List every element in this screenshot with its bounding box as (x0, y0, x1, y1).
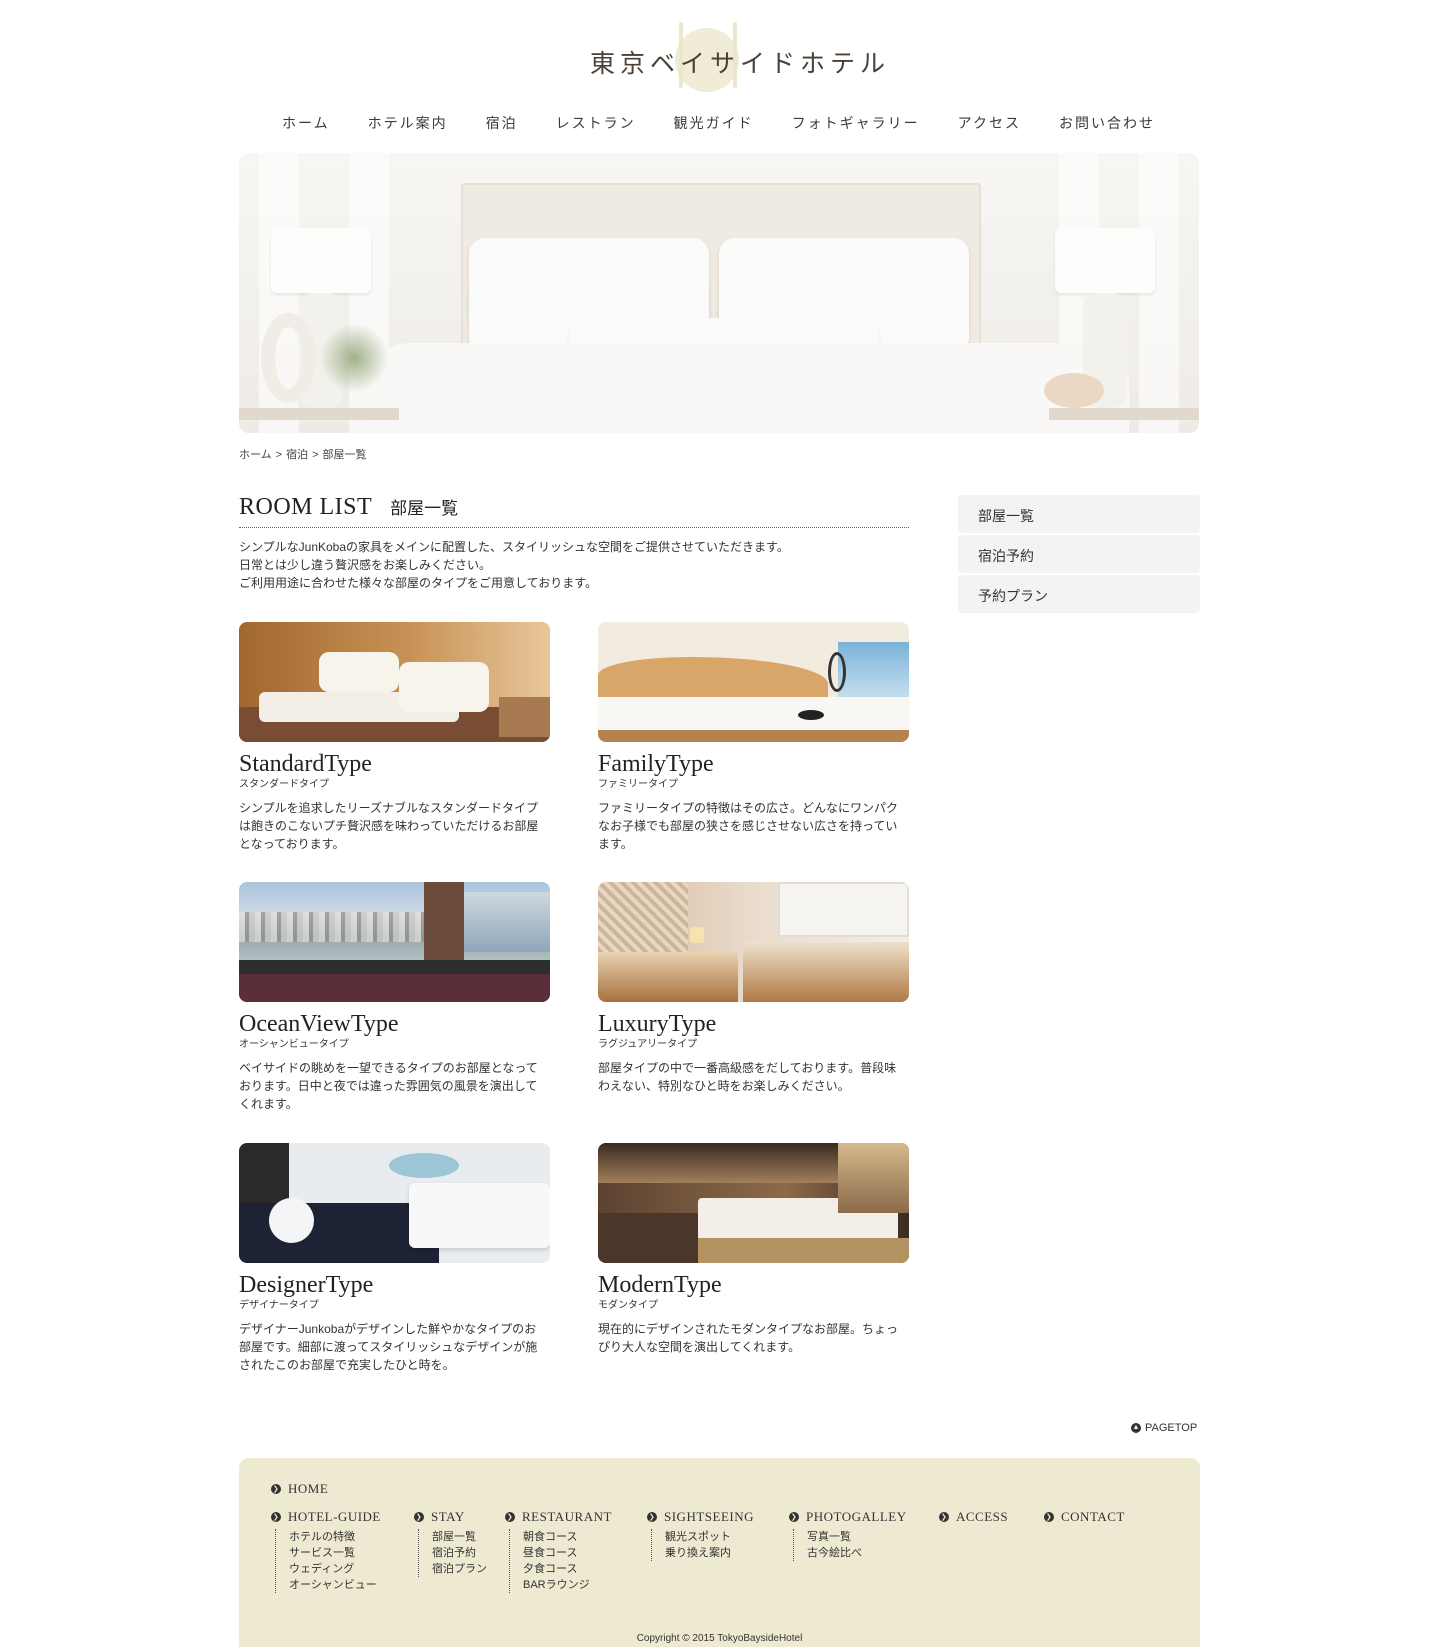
sidenav-item-reservation[interactable]: 宿泊予約 (958, 535, 1200, 573)
room-card-luxury[interactable]: LuxuryType ラグジュアリータイプ 部屋タイプの中で一番高級感をだしてお… (598, 882, 909, 1095)
footer-col-stay: ❯ STAY 部屋一覧 宿泊予約 宿泊プラン (414, 1509, 487, 1577)
room-kana: デザイナータイプ (239, 1300, 319, 1311)
room-photo-family[interactable] (598, 622, 909, 742)
page-title-jp: 部屋一覧 (390, 499, 459, 519)
logo-text: 東京ベイサイドホテル (590, 49, 891, 78)
room-description: デザイナーJunkobaがデザインした鮮やかなタイプのお 部屋です。細部に渡ってス… (239, 1322, 538, 1372)
room-photo-luxury[interactable] (598, 882, 909, 1002)
breadcrumb-home[interactable]: ホーム (239, 449, 272, 461)
room-kana: スタンダードタイプ (239, 779, 329, 790)
room-description: ベイサイドの眺めを一望できるタイプのお部屋となって おります。日中と夜では違った雰… (239, 1061, 538, 1111)
room-photo-standard[interactable] (239, 622, 550, 742)
footer-link-contact[interactable]: ❯ CONTACT (1044, 1509, 1125, 1525)
room-name[interactable]: ModernType (598, 1271, 909, 1299)
footer-sublink[interactable]: ウェディング (289, 1561, 381, 1577)
footer-link-hotel-guide[interactable]: ❯ HOTEL-GUIDE (271, 1509, 381, 1525)
nav-access[interactable]: アクセス (958, 113, 1021, 133)
footer-sublink[interactable]: 朝食コース (523, 1529, 612, 1545)
room-name[interactable]: StandardType (239, 750, 550, 778)
room-name[interactable]: FamilyType (598, 750, 909, 778)
room-kana: オーシャンビュータイプ (239, 1039, 349, 1050)
breadcrumb-current: 部屋一覧 (322, 449, 367, 461)
hotel-logo[interactable]: 東京ベイサイドホテル (580, 22, 885, 92)
chevron-right-icon: ❯ (647, 1512, 657, 1522)
room-photo-designer[interactable] (239, 1143, 550, 1263)
chevron-right-icon: ❯ (505, 1512, 515, 1522)
chevron-right-icon: ❯ (789, 1512, 799, 1522)
footer-col-contact: ❯ CONTACT (1044, 1509, 1125, 1525)
room-name[interactable]: LuxuryType (598, 1010, 909, 1038)
room-description: 現在的にデザインされたモダンタイプなお部屋。ちょっ ぴり大人な空間を演出してくれま… (598, 1322, 899, 1354)
footer-sublink[interactable]: 観光スポット (665, 1529, 754, 1545)
footer-sublink[interactable]: 昼食コース (523, 1545, 612, 1561)
footer-sublink[interactable]: 宿泊予約 (432, 1545, 487, 1561)
footer-sublink[interactable]: 乗り換え案内 (665, 1545, 754, 1561)
room-card-family[interactable]: FamilyType ファミリータイプ ファミリータイプの特徴はその広さ。どんな… (598, 622, 909, 853)
room-kana: ファミリータイプ (598, 779, 678, 790)
nav-home[interactable]: ホーム (282, 113, 330, 133)
nav-sightseeing[interactable]: 観光ガイド (674, 113, 754, 133)
room-name[interactable]: DesignerType (239, 1271, 550, 1299)
hero-image (239, 153, 1199, 433)
chevron-right-icon: ❯ (939, 1512, 949, 1522)
breadcrumb: ホーム > 宿泊 > 部屋一覧 (239, 449, 367, 461)
room-description: 部屋タイプの中で一番高級感をだしております。普段味 わえない、特別なひと時をお楽し… (598, 1061, 897, 1093)
footer-sublink[interactable]: ホテルの特徴 (289, 1529, 381, 1545)
room-card-standard[interactable]: StandardType スタンダードタイプ シンプルを追求したリーズナブルなス… (239, 622, 550, 853)
chevron-up-icon: ▲ (1131, 1423, 1141, 1433)
breadcrumb-stay[interactable]: 宿泊 (286, 449, 308, 461)
room-description: ファミリータイプの特徴はその広さ。どんなにワンパク なお子様でも部屋の狭さを感じさ… (598, 801, 899, 851)
nav-stay[interactable]: 宿泊 (486, 113, 518, 133)
footer-col-hotel-guide: ❯ HOTEL-GUIDE ホテルの特徴 サービス一覧 ウェディング オーシャンビ… (271, 1509, 381, 1593)
chevron-right-icon: ❯ (271, 1484, 281, 1494)
page-title: ROOM LIST 部屋一覧 (239, 494, 909, 528)
room-card-designer[interactable]: DesignerType デザイナータイプ デザイナーJunkobaがデザインし… (239, 1143, 550, 1374)
footer-col-restaurant: ❯ RESTAURANT 朝食コース 昼食コース 夕食コース BARラウンジ (505, 1509, 612, 1593)
global-nav: ホーム ホテル案内 宿泊 レストラン 観光ガイド フォトギャラリー アクセス お… (0, 113, 1437, 133)
footer-col-access: ❯ ACCESS (939, 1509, 1008, 1525)
room-card-ocean-view[interactable]: OceanViewType オーシャンビュータイプ ベイサイドの眺めを一望できる… (239, 882, 550, 1113)
nav-restaurant[interactable]: レストラン (556, 113, 636, 133)
room-description: シンプルを追求したリーズナブルなスタンダードタイプ は飽きのこないプチ贅沢感を味わ… (239, 801, 539, 851)
footer-link-stay[interactable]: ❯ STAY (414, 1509, 487, 1525)
footer-sublink[interactable]: サービス一覧 (289, 1545, 381, 1561)
chevron-right-icon: ❯ (271, 1512, 281, 1522)
footer-link-sightseeing[interactable]: ❯ SIGHTSEEING (647, 1509, 754, 1525)
nav-hotel-guide[interactable]: ホテル案内 (368, 113, 448, 133)
pagetop-link[interactable]: ▲ PAGETOP (1131, 1422, 1197, 1434)
room-photo-ocean-view[interactable] (239, 882, 550, 1002)
footer-sublink[interactable]: 部屋一覧 (432, 1529, 487, 1545)
room-name[interactable]: OceanViewType (239, 1010, 550, 1038)
room-photo-modern[interactable] (598, 1143, 909, 1263)
footer: ❯ HOME ❯ HOTEL-GUIDE ホテルの特徴 サービス一覧 ウェディング … (239, 1458, 1200, 1647)
nav-photo-gallery[interactable]: フォトギャラリー (792, 113, 920, 133)
footer-col-photogallery: ❯ PHOTOGALLEY 写真一覧 古今絵比べ (789, 1509, 907, 1561)
footer-sublink[interactable]: BARラウンジ (523, 1577, 612, 1593)
intro-text: シンプルなJunKobaの家具をメインに配置した、スタイリッシュな空間をご提供さ… (239, 540, 789, 590)
nav-contact[interactable]: お問い合わせ (1059, 113, 1155, 133)
room-kana: モダンタイプ (598, 1300, 658, 1311)
footer-sublink[interactable]: オーシャンビュー (289, 1577, 381, 1593)
footer-sublink[interactable]: 宿泊プラン (432, 1561, 487, 1577)
chevron-right-icon: ❯ (1044, 1512, 1054, 1522)
footer-link-access[interactable]: ❯ ACCESS (939, 1509, 1008, 1525)
sidenav-item-room-list[interactable]: 部屋一覧 (958, 495, 1200, 533)
room-card-modern[interactable]: ModernType モダンタイプ 現在的にデザインされたモダンタイプなお部屋。… (598, 1143, 909, 1356)
room-kana: ラグジュアリータイプ (598, 1039, 698, 1050)
footer-link-home[interactable]: ❯ HOME (271, 1481, 328, 1497)
side-nav: 部屋一覧 宿泊予約 予約プラン (958, 495, 1200, 615)
footer-sublink[interactable]: 写真一覧 (807, 1529, 907, 1545)
page-title-en: ROOM LIST (239, 494, 373, 520)
footer-link-restaurant[interactable]: ❯ RESTAURANT (505, 1509, 612, 1525)
footer-col-sightseeing: ❯ SIGHTSEEING 観光スポット 乗り換え案内 (647, 1509, 754, 1561)
copyright: Copyright © 2015 TokyoBaysideHotel (636, 1633, 803, 1644)
footer-link-photogallery[interactable]: ❯ PHOTOGALLEY (789, 1509, 907, 1525)
footer-sublink[interactable]: 夕食コース (523, 1561, 612, 1577)
footer-sublink[interactable]: 古今絵比べ (807, 1545, 907, 1561)
sidenav-item-plans[interactable]: 予約プラン (958, 575, 1200, 613)
chevron-right-icon: ❯ (414, 1512, 424, 1522)
